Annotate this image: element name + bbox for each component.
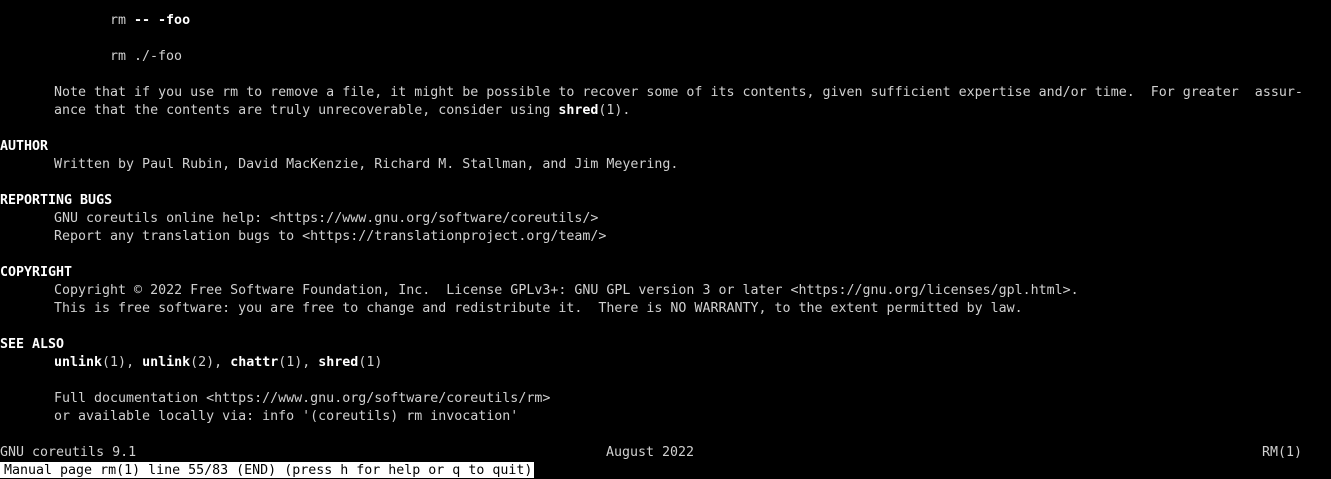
bugs-line-1: GNU coreutils online help: <https://www.… [54,211,599,226]
section-heading-see-also: SEE ALSO [0,337,65,352]
note-line-2-post: (1). [598,103,631,118]
ref-section: (1) [358,355,383,370]
ref-sep: , [214,355,231,370]
doc-line-1: Full documentation <https://www.gnu.org/… [54,391,551,406]
note-line-2: ance that the contents are truly unrecov… [0,102,630,120]
footer-left: GNU coreutils 9.1 [0,445,137,460]
doc-line-2: or available locally via: info '(coreuti… [54,409,519,424]
example-line-1: rm -- -foo [0,12,190,30]
ref-section: (2) [190,355,215,370]
copyright-line-2: This is free software: you are free to c… [54,301,1023,316]
section-heading-copyright: COPYRIGHT [0,265,73,280]
example-cmd: rm [110,13,127,28]
ref-sep: , [302,355,319,370]
ref-name: chattr [230,355,279,370]
footer-center: August 2022 [606,445,695,460]
ref-name: unlink [54,355,103,370]
footer-right: RM(1) [1262,445,1303,460]
man-footer: GNU coreutils 9.1 August 2022 RM(1) [0,444,1331,462]
example-arg: -foo [158,13,191,28]
copyright-line-1: Copyright © 2022 Free Software Foundatio… [54,283,1079,298]
ref-section: (1) [102,355,127,370]
example-line-2: rm ./-foo [110,49,183,64]
example-sep: -- [126,13,159,28]
ref-sep: , [126,355,143,370]
bugs-line-2: Report any translation bugs to <https://… [54,229,607,244]
pager-status-bar: Manual page rm(1) line 55/83 (END) (pres… [0,462,535,478]
note-line-2-pre: ance that the contents are truly unrecov… [54,103,559,118]
ref-name: shred [318,355,359,370]
ref-section: (1) [278,355,303,370]
author-text: Written by Paul Rubin, David MacKenzie, … [54,157,679,172]
ref-name: unlink [142,355,191,370]
section-heading-reporting-bugs: REPORTING BUGS [0,193,113,208]
note-shred-ref: shred [558,103,599,118]
see-also-refs: unlink(1), unlink(2), chattr(1), shred(1… [0,354,382,372]
note-line-1: Note that if you use rm to remove a file… [54,85,1303,100]
section-heading-author: AUTHOR [0,139,49,154]
